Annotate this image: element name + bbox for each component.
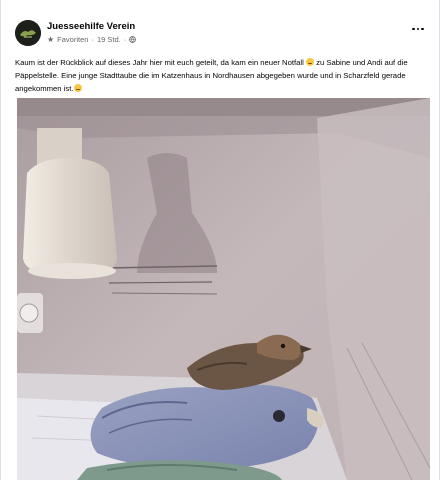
page-name-link[interactable]: Juesseehilfe Verein [47,21,135,32]
page-avatar[interactable] [15,20,41,46]
audience-label[interactable]: Favoriten [57,35,88,44]
meta-separator: · [91,35,94,44]
post-text: Kaum ist der Rückblick auf dieses Jahr h… [15,56,425,95]
star-icon: ★ [47,35,55,44]
post-text-part1: Kaum ist der Rückblick auf dieses Jahr h… [15,58,306,67]
meta-separator-2: · [123,35,127,44]
emoji-icon [73,84,82,92]
globe-icon [129,36,137,43]
emoji-icon [305,58,314,66]
more-options-icon[interactable] [409,22,427,36]
post-header: Juesseehilfe Verein ★ Favoriten · 19 Std… [15,20,427,52]
post-meta: ★ Favoriten · 19 Std. · [47,35,137,44]
post-card: Juesseehilfe Verein ★ Favoriten · 19 Std… [0,0,440,480]
post-photo[interactable] [17,98,430,480]
post-time[interactable]: 19 Std. [97,35,121,44]
